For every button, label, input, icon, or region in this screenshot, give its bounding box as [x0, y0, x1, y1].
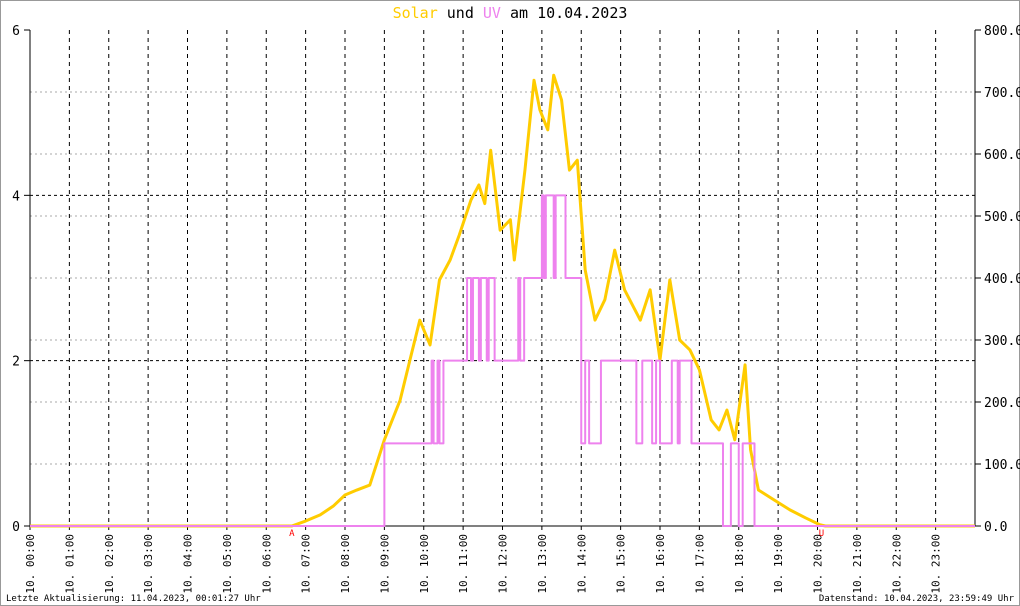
x-tick-label: 10. 00:00	[24, 534, 37, 594]
x-tick-label: 10. 14:00	[575, 534, 588, 594]
right-tick-label: 700.0	[984, 86, 1020, 101]
x-tick-label: 10. 19:00	[772, 534, 785, 594]
chart-svg: 0.0 100.0 200.0 300.0 400.0 500.0 600.0 700.0 80…	[12, 24, 1020, 594]
x-tick-label: 10. 15:00	[615, 534, 628, 594]
right-tick-label: 100.0	[984, 458, 1020, 473]
x-tick-label: 10. 22:00	[890, 534, 903, 594]
last-update: Letzte Aktualisierung: 11.04.2023, 00:01…	[6, 594, 261, 604]
right-tick-label: 500.0	[984, 210, 1020, 225]
marker-u: U	[819, 529, 824, 539]
x-tick-label: 10. 05:00	[221, 534, 234, 594]
right-tick-label: 400.0	[984, 272, 1020, 287]
marker-a: A	[289, 529, 295, 539]
right-tick-label: 600.0	[984, 148, 1020, 163]
x-tick-label: 10. 08:00	[339, 534, 352, 594]
series-uv	[30, 194, 975, 527]
x-tick-label: 10. 13:00	[536, 534, 549, 594]
x-tick-label: 10. 09:00	[378, 534, 391, 594]
x-tick-label: 10. 11:00	[457, 534, 470, 594]
x-tick-label: 10. 23:00	[930, 534, 943, 594]
right-tick-label: 800.0	[984, 24, 1020, 39]
left-tick-label: 2	[12, 355, 20, 370]
x-tick-label: 10. 02:00	[103, 534, 116, 594]
right-tick-label: 0.0	[984, 520, 1007, 535]
left-tick-label: 6	[12, 24, 20, 39]
left-tick-label: 4	[12, 189, 20, 204]
x-tick-label: 10. 12:00	[497, 534, 510, 594]
data-status: Datenstand: 10.04.2023, 23:59:49 Uhr	[818, 594, 1014, 604]
x-tick-label: 10. 06:00	[260, 534, 273, 594]
x-tick-label: 10. 21:00	[851, 534, 864, 594]
x-tick-label: 10. 18:00	[733, 534, 746, 594]
x-tick-label: 10. 04:00	[182, 534, 195, 594]
left-tick-label: 0	[12, 520, 20, 535]
right-tick-label: 300.0	[984, 334, 1020, 349]
x-tick-label: 10. 07:00	[300, 534, 313, 594]
x-tick-label: 10. 17:00	[693, 534, 706, 594]
x-tick-label: 10. 16:00	[654, 534, 667, 594]
x-tick-label: 10. 20:00	[812, 534, 825, 594]
right-tick-label: 200.0	[984, 396, 1020, 411]
x-tick-label: 10. 01:00	[63, 534, 76, 594]
x-tick-label: 10. 10:00	[418, 534, 431, 594]
x-tick-label: 10. 03:00	[142, 534, 155, 594]
